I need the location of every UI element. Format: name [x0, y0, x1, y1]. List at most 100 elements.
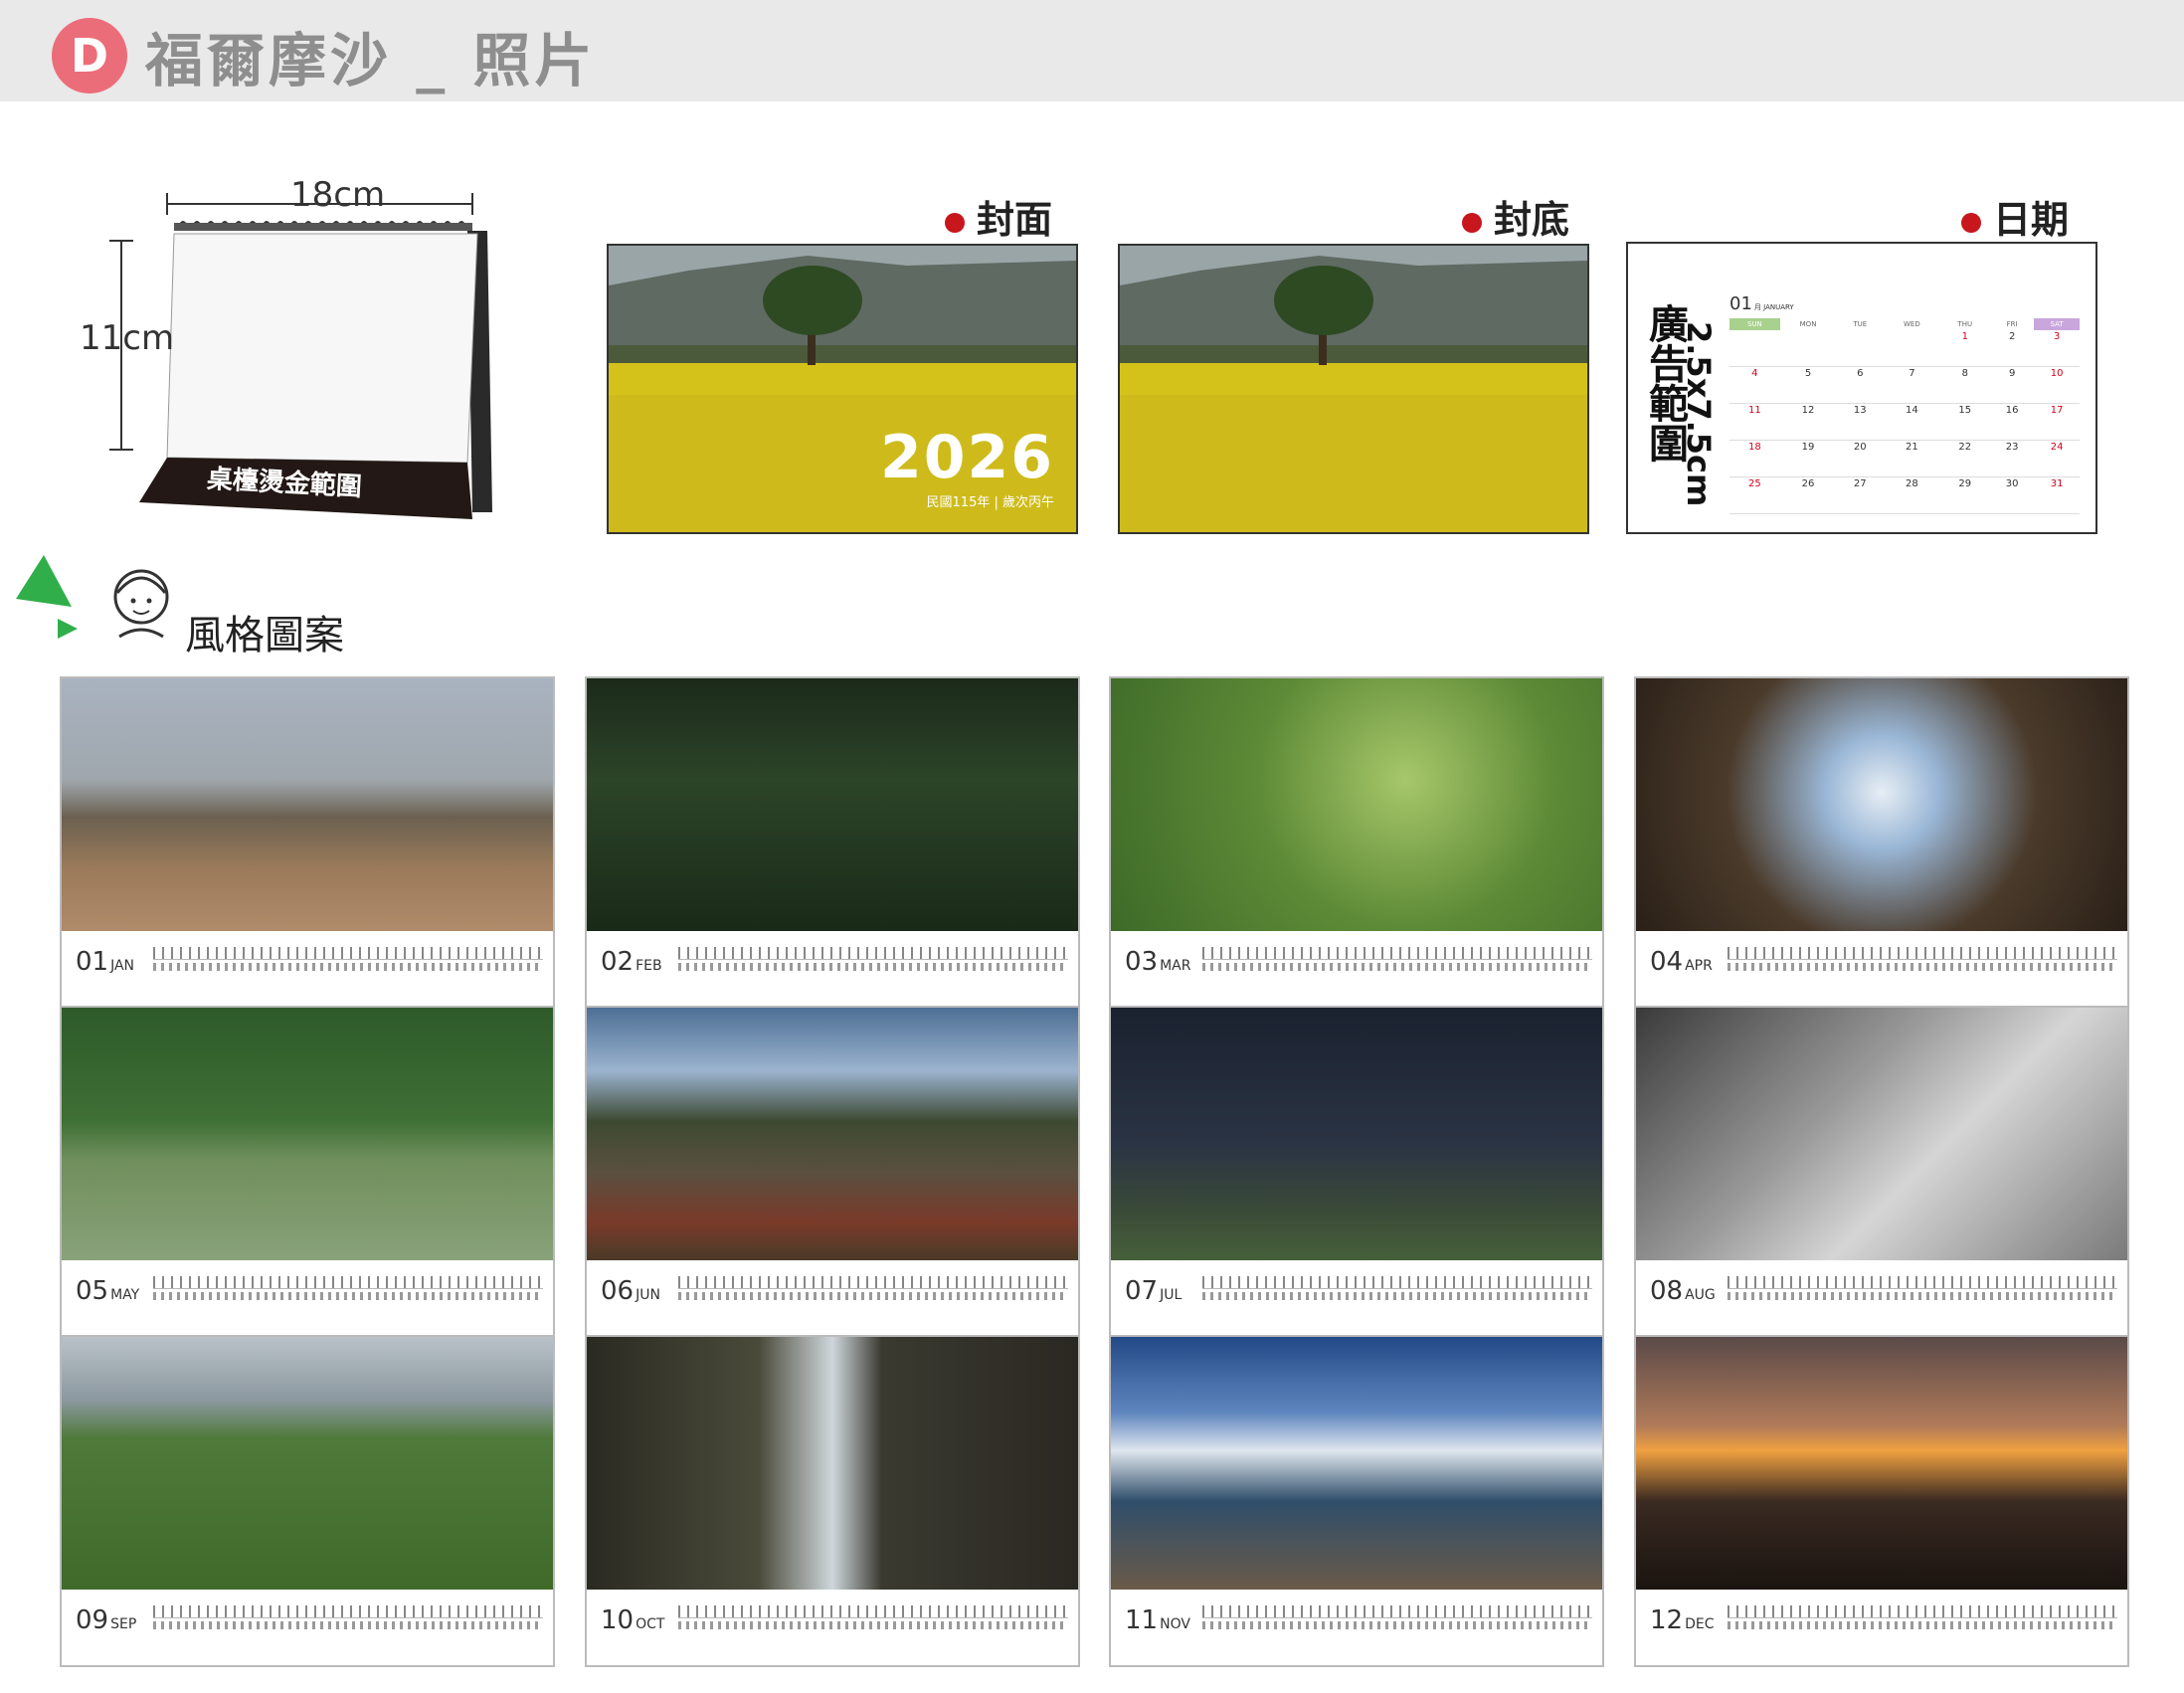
day-cell: 30	[1989, 476, 2035, 514]
weekday-header: SAT	[2034, 318, 2080, 330]
month-card-mar: 03 MAR	[1109, 676, 1604, 1009]
month-photo	[587, 1008, 1078, 1260]
day-strip	[678, 947, 1068, 977]
month-card-jun: 06 JUN	[585, 1006, 1080, 1338]
day-cell: 20	[1836, 440, 1885, 477]
month-strip: 05 MAY	[62, 1260, 553, 1336]
red-dot-icon	[1961, 212, 1981, 233]
day-cell: 31	[2034, 476, 2080, 514]
day-cell: 24	[2034, 440, 2080, 477]
cover-year: 2026	[880, 423, 1054, 492]
weekday-header: FRI	[2006, 320, 2018, 328]
day-cell: 28	[1884, 476, 1940, 514]
cover-photo: 2026 民國115年 | 歲次丙午	[607, 244, 1078, 534]
red-dot-icon	[945, 212, 965, 233]
day-cell: 3	[2034, 330, 2080, 367]
day-cell: 16	[1989, 403, 2035, 441]
month-label: 04 APR	[1650, 947, 1713, 977]
day-cell: 5	[1779, 366, 1837, 404]
month-card-oct: 10 OCT	[585, 1335, 1080, 1667]
month-strip: 06 JUN	[587, 1260, 1078, 1336]
month-strip: 07 JUL	[1111, 1260, 1602, 1336]
day-strip	[1202, 947, 1592, 977]
day-cell: 21	[1884, 440, 1940, 477]
month-label: 06 JUN	[601, 1276, 660, 1306]
desk-calendar-illustration: 18cm 11cm 桌檯燙金範圍	[70, 175, 527, 527]
rapeseed-field-image	[1120, 246, 1587, 532]
day-cell: 23	[1989, 440, 2035, 477]
day-cell: 8	[1939, 366, 1990, 404]
day-cell: 18	[1729, 440, 1780, 477]
month-strip: 02 FEB	[587, 931, 1078, 1007]
doodle-icon	[16, 555, 169, 639]
calendar-grid: 01 月 JANUARY SUN MON TUE WED THU FRI SAT …	[1729, 293, 2080, 514]
month-photo	[1111, 678, 1602, 931]
day-cell: 7	[1884, 366, 1940, 404]
month-label: 02 FEB	[601, 947, 662, 977]
month-label: 01 JAN	[76, 947, 135, 977]
day-cell: 27	[1836, 476, 1885, 514]
day-cell: 17	[2034, 403, 2080, 441]
month-photo	[62, 1337, 553, 1590]
month-card-jan: 01 JAN	[60, 676, 555, 1009]
day-cell: 1	[1939, 330, 1990, 367]
weekday-header: SUN	[1729, 318, 1780, 330]
day-cell	[1779, 330, 1837, 367]
day-cell: 25	[1729, 476, 1780, 514]
month-label: 11 NOV	[1125, 1605, 1190, 1635]
month-card-nov: 11 NOV	[1109, 1335, 1604, 1667]
month-strip: 12 DEC	[1636, 1590, 2127, 1665]
month-photo	[587, 678, 1078, 931]
month-strip: 10 OCT	[587, 1590, 1078, 1665]
day-strip	[1728, 1605, 2117, 1635]
cover-subtitle: 民國115年 | 歲次丙午	[926, 495, 1054, 510]
day-cell	[1729, 330, 1780, 367]
month-label: 07 JUL	[1125, 1276, 1183, 1306]
month-photo	[587, 1337, 1078, 1590]
day-cell: 29	[1939, 476, 1990, 514]
month-card-aug: 08 AUG	[1634, 1006, 2129, 1338]
month-strip: 11 NOV	[1111, 1590, 1602, 1665]
month-strip: 09 SEP	[62, 1590, 553, 1665]
day-cell: 2	[1989, 330, 2035, 367]
month-strip: 01 JAN	[62, 931, 553, 1007]
day-cell: 26	[1779, 476, 1837, 514]
date-page-preview: 廣告範圍 2.5x7.5cm 01 月 JANUARY SUN MON TUE W…	[1626, 242, 2097, 534]
calendar-table: SUN MON TUE WED THU FRI SAT 123 4 5 6 7 8 9 10…	[1729, 318, 2080, 514]
day-strip	[153, 947, 543, 977]
back-cover-photo	[1118, 244, 1589, 534]
weekday-header: MON	[1799, 320, 1817, 328]
month-photo	[1636, 678, 2127, 931]
month-label: 10 OCT	[601, 1605, 665, 1635]
month-label: 03 MAR	[1125, 947, 1191, 977]
month-label: 08 AUG	[1650, 1276, 1716, 1306]
month-photo	[62, 678, 553, 931]
weekday-header: WED	[1904, 320, 1920, 328]
cover-label: 封面	[945, 189, 1052, 244]
month-card-jul: 07 JUL	[1109, 1006, 1604, 1338]
month-photo	[62, 1008, 553, 1260]
header-bar: D 福爾摩沙 _ 照片	[0, 0, 2184, 101]
weekday-header: TUE	[1853, 320, 1868, 328]
back-cover-label: 封底	[1462, 189, 1569, 244]
day-strip	[153, 1605, 543, 1635]
calendar-month-number: 01	[1729, 293, 1752, 314]
month-strip: 03 MAR	[1111, 931, 1602, 1007]
day-strip	[1728, 947, 2117, 977]
day-strip	[678, 1605, 1068, 1635]
month-card-apr: 04 APR	[1634, 676, 2129, 1009]
month-photo	[1111, 1008, 1602, 1260]
month-strip: 08 AUG	[1636, 1260, 2127, 1336]
month-card-may: 05 MAY	[60, 1006, 555, 1338]
day-strip	[1202, 1276, 1592, 1306]
date-label: 日期	[1961, 189, 2069, 244]
day-cell: 22	[1939, 440, 1990, 477]
month-card-sep: 09 SEP	[60, 1335, 555, 1667]
page-title: 福爾摩沙 _ 照片	[145, 27, 597, 94]
day-cell: 6	[1836, 366, 1885, 404]
style-badge: D	[52, 18, 127, 94]
month-card-feb: 02 FEB	[585, 676, 1080, 1009]
day-cell: 10	[2034, 366, 2080, 404]
width-label: 18cm	[290, 175, 386, 215]
day-strip	[678, 1276, 1068, 1306]
